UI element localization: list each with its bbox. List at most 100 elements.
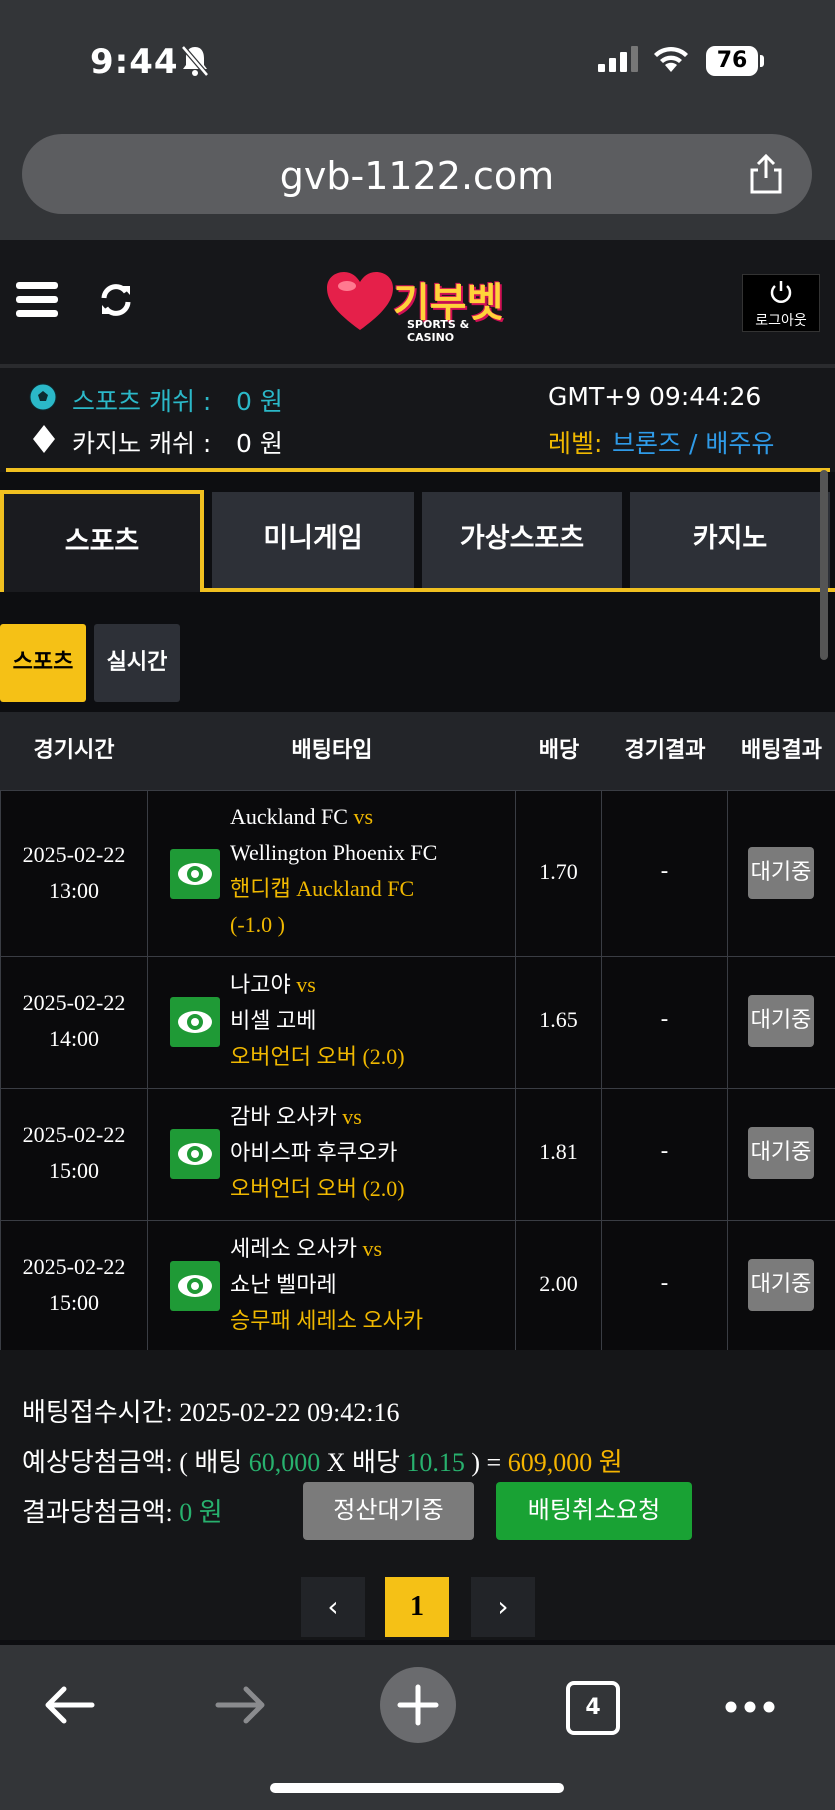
eye-icon[interactable] [170, 997, 220, 1047]
more-icon[interactable] [724, 1699, 776, 1718]
tabs-button[interactable]: 4 [566, 1681, 620, 1735]
menu-icon[interactable] [16, 280, 58, 324]
received-time-label: 배팅접수시간: [22, 1398, 173, 1427]
total-odds: 10.15 [406, 1448, 465, 1477]
forward-arrow-icon[interactable] [214, 1685, 268, 1729]
table-row: 2025-02-22 13:00 Auckland FC vs Wellingt… [0, 790, 835, 957]
match-result: - [660, 1271, 669, 1296]
cellular-signal-icon [598, 46, 640, 76]
match-teams: 세레소 오사카 vs 쇼난 벨마레 승무패 세레소 오사카 [230, 1231, 423, 1339]
new-tab-button[interactable] [380, 1667, 456, 1743]
logout-label: 로그아웃 [755, 313, 807, 329]
status-badge: 대기중 [748, 847, 814, 899]
subtab-sports[interactable]: 스포츠 [0, 624, 86, 702]
battery-indicator: 76 [706, 46, 758, 76]
match-result-cell: - [602, 1221, 728, 1351]
bet-pick: 핸디캡 Auckland FC [230, 876, 415, 901]
scrollbar[interactable] [820, 470, 828, 660]
tab-sports[interactable]: 스포츠 [0, 490, 204, 592]
match-teams: 나고야 vs 비셀 고베 오버언더 오버 (2.0) [230, 967, 405, 1075]
subtab-live[interactable]: 실시간 [94, 624, 180, 702]
match-result: - [660, 1007, 669, 1032]
match-teams: 감바 오사카 vs 아비스파 후쿠오카 오버언더 오버 (2.0) [230, 1099, 405, 1207]
address-bar[interactable]: gvb-1122.com [22, 134, 812, 214]
result-win-value: 0 원 [179, 1498, 223, 1527]
match-time: 15:00 [48, 1158, 100, 1183]
result-win-label: 결과당첨금액: [22, 1498, 173, 1527]
match-result-cell: - [602, 791, 728, 957]
server-clock: GMT+9 09:44:26 [548, 382, 762, 411]
received-time-value: 2025-02-22 09:42:16 [179, 1398, 400, 1427]
bet-type-cell: Auckland FC vs Wellington Phoenix FC 핸디캡… [148, 791, 516, 957]
match-time: 13:00 [48, 878, 100, 903]
logo-subtitle: SPORTS & CASINO [407, 318, 470, 344]
match-result: - [660, 859, 669, 884]
power-icon [770, 281, 792, 303]
eye-icon[interactable] [170, 849, 220, 899]
status-badge: 대기중 [748, 1259, 814, 1311]
odds-value: 1.70 [539, 859, 578, 884]
odds-cell: 1.70 [516, 791, 602, 957]
diamond-icon [32, 424, 56, 458]
pagination-prev[interactable]: ‹ [301, 1577, 365, 1637]
status-time: 9:44 [90, 42, 179, 82]
tab-minigame[interactable]: 미니게임 [212, 492, 414, 590]
equals-sign: ) = [471, 1448, 502, 1477]
settlement-pending-button[interactable]: 정산대기중 [303, 1482, 474, 1540]
url-text[interactable]: gvb-1122.com [22, 154, 812, 198]
bet-result-cell: 대기중 [728, 1221, 835, 1351]
vs-label: vs [362, 1236, 383, 1261]
match-result: - [660, 1139, 669, 1164]
expected-win-line: 예상당첨금액: ( 배팅 60,000 X 배당 10.15 ) = 609,0… [22, 1442, 623, 1479]
share-icon[interactable] [748, 153, 784, 198]
sports-cash-value: 0 원 [236, 387, 283, 416]
status-badge: 대기중 [748, 1127, 814, 1179]
home-team: Auckland FC [230, 804, 348, 829]
bet-amount: 60,000 [248, 1448, 321, 1477]
away-team: 쇼난 벨마레 [230, 1272, 337, 1297]
soccer-ball-icon [28, 382, 58, 416]
divider [6, 468, 830, 472]
match-result-cell: - [602, 957, 728, 1089]
bet-type-cell: 세레소 오사카 vs 쇼난 벨마레 승무패 세레소 오사카 [148, 1221, 516, 1351]
eye-icon[interactable] [170, 1261, 220, 1311]
divider [204, 588, 835, 592]
table-row: 2025-02-22 15:00 감바 오사카 vs 아비스파 후쿠오카 오버언… [0, 1088, 835, 1221]
match-time: 14:00 [48, 1026, 100, 1051]
back-arrow-icon[interactable] [42, 1685, 96, 1729]
time-cell: 2025-02-22 14:00 [0, 957, 148, 1089]
home-indicator[interactable] [270, 1783, 564, 1793]
tab-virtual-sports[interactable]: 가상스포츠 [422, 492, 622, 590]
tab-casino[interactable]: 카지노 [630, 492, 830, 590]
site-logo[interactable]: 기부벳 SPORTS & CASINO [325, 270, 515, 344]
column-header: 배당 [538, 738, 580, 763]
battery-cap [760, 55, 764, 67]
match-date: 2025-02-22 [22, 990, 126, 1015]
cancel-bet-button[interactable]: 배팅취소요청 [496, 1482, 692, 1540]
bet-pick: 오버언더 오버 (2.0) [230, 1044, 405, 1069]
vs-label: vs [353, 804, 374, 829]
browser-address-area: gvb-1122.com [0, 110, 835, 241]
bet-pick: 오버언더 오버 (2.0) [230, 1176, 405, 1201]
sports-cash-label: 스포츠 캐쉬 : [72, 387, 212, 416]
match-teams: Auckland FC vs Wellington Phoenix FC 핸디캡… [230, 799, 437, 943]
status-bar: 9:44 76 [0, 0, 835, 110]
logout-button[interactable]: 로그아웃 [742, 274, 820, 332]
match-result-cell: - [602, 1089, 728, 1221]
status-badge: 대기중 [748, 995, 814, 1047]
eye-icon[interactable] [170, 1129, 220, 1179]
table-header: 경기시간 배팅타입 배당 경기결과 배팅결과 [0, 712, 835, 790]
bet-pick-line: (-1.0 ) [230, 912, 285, 937]
refresh-icon[interactable] [98, 282, 134, 322]
browser-toolbar: 4 [0, 1645, 835, 1810]
vs-label: vs [296, 972, 316, 997]
pagination-next[interactable]: › [471, 1577, 535, 1637]
expected-open: ( 배팅 [179, 1448, 243, 1477]
expected-win-label: 예상당첨금액: [22, 1448, 173, 1477]
pagination-page-1[interactable]: 1 [385, 1577, 449, 1637]
vs-label: vs [342, 1104, 362, 1129]
casino-cash-value: 0 원 [236, 429, 283, 458]
away-team: 비셀 고베 [230, 1008, 317, 1033]
match-time: 15:00 [48, 1290, 100, 1315]
time-cell: 2025-02-22 15:00 [0, 1221, 148, 1351]
